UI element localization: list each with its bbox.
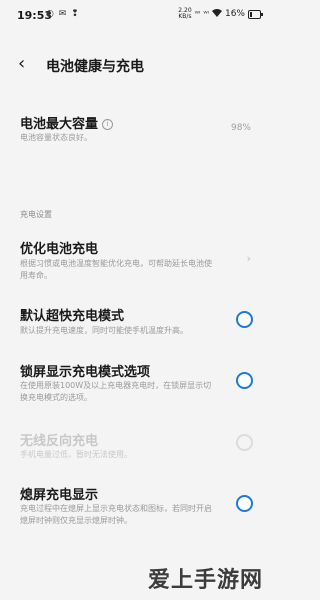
setting-desc: 手机电量过低，暂时无法使用。 (20, 450, 132, 459)
status-bar: 19:53 ◐ ✉ ❢ 2.20 KB/s ᵂᴵ ᵂᴵ 16% (0, 0, 273, 32)
capacity-title: 电池最大容量 (20, 117, 99, 132)
network-speed: 2.20 KB/s (178, 8, 191, 20)
back-icon[interactable]: ‹ (18, 55, 25, 73)
setting-desc: 充电过程中在熄屏上显示充电状态和图标，若同时开启熄屏时钟则仅充显示熄屏时钟。 (20, 504, 212, 525)
setting-desc: 默认提升充电速度，同时可能使手机温度升高。 (20, 326, 188, 335)
wireless-reverse-charge-toggle (236, 434, 253, 451)
setting-title: 无线反向充电 (20, 434, 99, 449)
info-icon[interactable]: i (102, 119, 114, 130)
battery-icon (248, 9, 263, 19)
app-header: ‹ 电池健康与充电 (0, 50, 273, 82)
setting-title: 默认超快充电模式 (20, 309, 125, 324)
status-right: 2.20 KB/s ᵂᴵ ᵂᴵ 16% (178, 8, 263, 20)
setting-title: 熄屏充电显示 (20, 488, 99, 503)
page-title: 电池健康与充电 (46, 59, 144, 75)
capacity-desc: 电池容量状态良好。 (20, 133, 92, 142)
watermark: 爱上手游网 (147, 568, 263, 593)
battery-percent: 16% (224, 9, 245, 19)
notification-icons: ◐ ✉ ❢ (46, 9, 80, 19)
chevron-right-icon: › (246, 252, 251, 265)
lockscreen-charge-option-toggle[interactable] (236, 372, 253, 389)
setting-title: 优化电池充电 (20, 242, 99, 257)
setting-desc: 在使用原装100W及以上充电器充电时，在锁屏显示切换充电模式的选项。 (20, 381, 212, 402)
super-fast-charge-toggle[interactable] (236, 311, 253, 328)
signal-icon: ᵂᴵ (194, 10, 201, 18)
signal-icon-2: ᵂᴵ (203, 10, 209, 18)
setting-title: 锁屏显示充电模式选项 (20, 365, 151, 380)
network-speed-unit: KB/s (178, 13, 192, 20)
capacity-title-wrap: 电池最大容量 i (20, 113, 114, 132)
screen-off-charge-display-toggle[interactable] (236, 495, 253, 512)
setting-desc: 根据习惯或电池温度智能优化充电，可帮助延长电池使用寿命。 (20, 259, 212, 280)
wifi-icon (211, 8, 222, 20)
capacity-value: 98% (230, 123, 251, 133)
section-label: 充电设置 (20, 210, 52, 219)
